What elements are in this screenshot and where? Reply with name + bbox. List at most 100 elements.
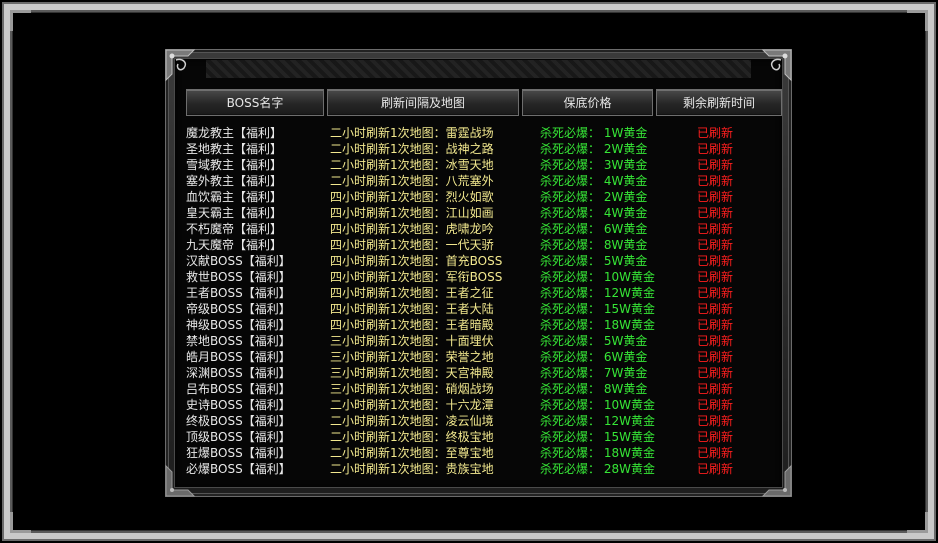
refresh-interval-cell: 二小时刷新1次地图：冰雪天地	[330, 158, 494, 172]
refresh-status-cell: 已刷新	[697, 142, 734, 156]
table-row: 不朽魔帝【福利】 四小时刷新1次地图：虎啸龙吟 杀死必爆： 6W黄金 已刷新	[186, 221, 786, 237]
refresh-interval-cell: 四小时刷新1次地图：一代天骄	[330, 238, 494, 252]
frame-corner	[907, 10, 928, 31]
refresh-status-cell: 已刷新	[697, 462, 734, 476]
table-row: 终极BOSS【福利】 二小时刷新1次地图：凌云仙境 杀死必爆： 12W黄金 已刷新	[186, 413, 786, 429]
refresh-interval-cell: 二小时刷新1次地图：贵族宝地	[330, 462, 494, 476]
guaranteed-price-cell: 杀死必爆： 18W黄金	[540, 446, 655, 460]
guaranteed-price-cell: 杀死必爆： 6W黄金	[540, 350, 648, 364]
refresh-interval-cell: 三小时刷新1次地图：天宫神殿	[330, 366, 494, 380]
boss-name-cell: 塞外教主【福利】	[186, 174, 283, 188]
guaranteed-price-cell: 杀死必爆： 2W黄金	[540, 190, 648, 204]
boss-name-cell: 救世BOSS【福利】	[186, 270, 291, 284]
boss-name-cell: 不朽魔帝【福利】	[186, 222, 283, 236]
header-guaranteed-price[interactable]: 保底价格	[522, 89, 653, 116]
table-row: 救世BOSS【福利】 四小时刷新1次地图：军衔BOSS 杀死必爆： 10W黄金 已刷新	[186, 269, 786, 285]
refresh-interval-cell: 二小时刷新1次地图：雷霆战场	[330, 126, 494, 140]
table-row: 皇天霸主【福利】 四小时刷新1次地图：江山如画 杀死必爆： 4W黄金 已刷新	[186, 205, 786, 221]
guaranteed-price-cell: 杀死必爆： 8W黄金	[540, 382, 648, 396]
table-row: 圣地教主【福利】 二小时刷新1次地图：战神之路 杀死必爆： 2W黄金 已刷新	[186, 141, 786, 157]
guaranteed-price-cell: 杀死必爆： 18W黄金	[540, 318, 655, 332]
refresh-interval-cell: 四小时刷新1次地图：首充BOSS	[330, 254, 503, 268]
refresh-status-cell: 已刷新	[697, 190, 734, 204]
table-row: 魔龙教主【福利】 二小时刷新1次地图：雷霆战场 杀死必爆： 1W黄金 已刷新	[186, 125, 786, 141]
boss-name-cell: 九天魔帝【福利】	[186, 238, 283, 252]
boss-name-cell: 禁地BOSS【福利】	[186, 334, 291, 348]
refresh-status-cell: 已刷新	[697, 334, 734, 348]
refresh-interval-cell: 二小时刷新1次地图：战神之路	[330, 142, 494, 156]
refresh-interval-cell: 三小时刷新1次地图：荣誉之地	[330, 350, 494, 364]
refresh-status-cell: 已刷新	[697, 430, 734, 444]
corner-ornament-icon	[165, 49, 196, 82]
frame-corner	[907, 512, 928, 533]
guaranteed-price-cell: 杀死必爆： 12W黄金	[540, 286, 655, 300]
guaranteed-price-cell: 杀死必爆： 28W黄金	[540, 462, 655, 476]
boss-name-cell: 深渊BOSS【福利】	[186, 366, 291, 380]
refresh-status-cell: 已刷新	[697, 398, 734, 412]
refresh-interval-cell: 二小时刷新1次地图：八荒塞外	[330, 174, 494, 188]
guaranteed-price-cell: 杀死必爆： 2W黄金	[540, 142, 648, 156]
boss-name-cell: 圣地教主【福利】	[186, 142, 283, 156]
boss-name-cell: 吕布BOSS【福利】	[186, 382, 291, 396]
refresh-status-cell: 已刷新	[697, 302, 734, 316]
table-row: 吕布BOSS【福利】 三小时刷新1次地图：硝烟战场 杀死必爆： 8W黄金 已刷新	[186, 381, 786, 397]
boss-name-cell: 皇天霸主【福利】	[186, 206, 283, 220]
table-row: 血饮霸主【福利】 四小时刷新1次地图：烈火如歌 杀死必爆： 2W黄金 已刷新	[186, 189, 786, 205]
refresh-interval-cell: 四小时刷新1次地图：王者暗殿	[330, 318, 494, 332]
guaranteed-price-cell: 杀死必爆： 6W黄金	[540, 222, 648, 236]
header-remaining-time[interactable]: 剩余刷新时间	[656, 89, 782, 116]
table-row: 皓月BOSS【福利】 三小时刷新1次地图：荣誉之地 杀死必爆： 6W黄金 已刷新	[186, 349, 786, 365]
refresh-status-cell: 已刷新	[697, 414, 734, 428]
guaranteed-price-cell: 杀死必爆： 5W黄金	[540, 254, 648, 268]
refresh-interval-cell: 四小时刷新1次地图：江山如画	[330, 206, 494, 220]
refresh-interval-cell: 四小时刷新1次地图：王者大陆	[330, 302, 494, 316]
refresh-status-cell: 已刷新	[697, 174, 734, 188]
guaranteed-price-cell: 杀死必爆： 10W黄金	[540, 270, 655, 284]
boss-name-cell: 顶级BOSS【福利】	[186, 430, 291, 444]
table-row: 雪域教主【福利】 二小时刷新1次地图：冰雪天地 杀死必爆： 3W黄金 已刷新	[186, 157, 786, 173]
refresh-interval-cell: 二小时刷新1次地图：十六龙潭	[330, 398, 494, 412]
boss-name-cell: 汉献BOSS【福利】	[186, 254, 291, 268]
guaranteed-price-cell: 杀死必爆： 10W黄金	[540, 398, 655, 412]
header-boss-name[interactable]: BOSS名字	[186, 89, 324, 116]
table-row: 帝级BOSS【福利】 四小时刷新1次地图：王者大陆 杀死必爆： 15W黄金 已刷新	[186, 301, 786, 317]
refresh-status-cell: 已刷新	[697, 382, 734, 396]
boss-name-cell: 必爆BOSS【福利】	[186, 462, 291, 476]
refresh-interval-cell: 四小时刷新1次地图：烈火如歌	[330, 190, 494, 204]
refresh-status-cell: 已刷新	[697, 350, 734, 364]
guaranteed-price-cell: 杀死必爆： 15W黄金	[540, 302, 655, 316]
table-row: 塞外教主【福利】 二小时刷新1次地图：八荒塞外 杀死必爆： 4W黄金 已刷新	[186, 173, 786, 189]
refresh-interval-cell: 三小时刷新1次地图：硝烟战场	[330, 382, 494, 396]
guaranteed-price-cell: 杀死必爆： 4W黄金	[540, 206, 648, 220]
refresh-status-cell: 已刷新	[697, 158, 734, 172]
table-row: 深渊BOSS【福利】 三小时刷新1次地图：天宫神殿 杀死必爆： 7W黄金 已刷新	[186, 365, 786, 381]
refresh-status-cell: 已刷新	[697, 126, 734, 140]
refresh-status-cell: 已刷新	[697, 446, 734, 460]
refresh-status-cell: 已刷新	[697, 270, 734, 284]
table-row: 顶级BOSS【福利】 二小时刷新1次地图：终极宝地 杀死必爆： 15W黄金 已刷新	[186, 429, 786, 445]
refresh-status-cell: 已刷新	[697, 222, 734, 236]
boss-name-cell: 终极BOSS【福利】	[186, 414, 291, 428]
table-row: 神级BOSS【福利】 四小时刷新1次地图：王者暗殿 杀死必爆： 18W黄金 已刷新	[186, 317, 786, 333]
boss-name-cell: 狂爆BOSS【福利】	[186, 446, 291, 460]
table-row: 九天魔帝【福利】 四小时刷新1次地图：一代天骄 杀死必爆： 8W黄金 已刷新	[186, 237, 786, 253]
panel-top-strip	[206, 60, 751, 78]
boss-name-cell: 雪域教主【福利】	[186, 158, 283, 172]
corner-ornament-icon	[761, 49, 792, 82]
boss-table: 魔龙教主【福利】 二小时刷新1次地图：雷霆战场 杀死必爆： 1W黄金 已刷新 圣地教主【…	[186, 125, 786, 477]
refresh-interval-cell: 四小时刷新1次地图：军衔BOSS	[330, 270, 503, 284]
table-row: 王者BOSS【福利】 四小时刷新1次地图：王者之征 杀死必爆： 12W黄金 已刷新	[186, 285, 786, 301]
refresh-interval-cell: 二小时刷新1次地图：至尊宝地	[330, 446, 494, 460]
frame-corner	[10, 10, 31, 31]
guaranteed-price-cell: 杀死必爆： 3W黄金	[540, 158, 648, 172]
refresh-interval-cell: 三小时刷新1次地图：十面埋伏	[330, 334, 494, 348]
refresh-status-cell: 已刷新	[697, 254, 734, 268]
guaranteed-price-cell: 杀死必爆： 8W黄金	[540, 238, 648, 252]
table-row: 汉献BOSS【福利】 四小时刷新1次地图：首充BOSS 杀死必爆： 5W黄金 已刷新	[186, 253, 786, 269]
header-refresh-interval[interactable]: 刷新间隔及地图	[327, 89, 519, 116]
table-row: 史诗BOSS【福利】 二小时刷新1次地图：十六龙潭 杀死必爆： 10W黄金 已刷新	[186, 397, 786, 413]
guaranteed-price-cell: 杀死必爆： 7W黄金	[540, 366, 648, 380]
refresh-status-cell: 已刷新	[697, 238, 734, 252]
boss-name-cell: 魔龙教主【福利】	[186, 126, 283, 140]
refresh-interval-cell: 二小时刷新1次地图：终极宝地	[330, 430, 494, 444]
